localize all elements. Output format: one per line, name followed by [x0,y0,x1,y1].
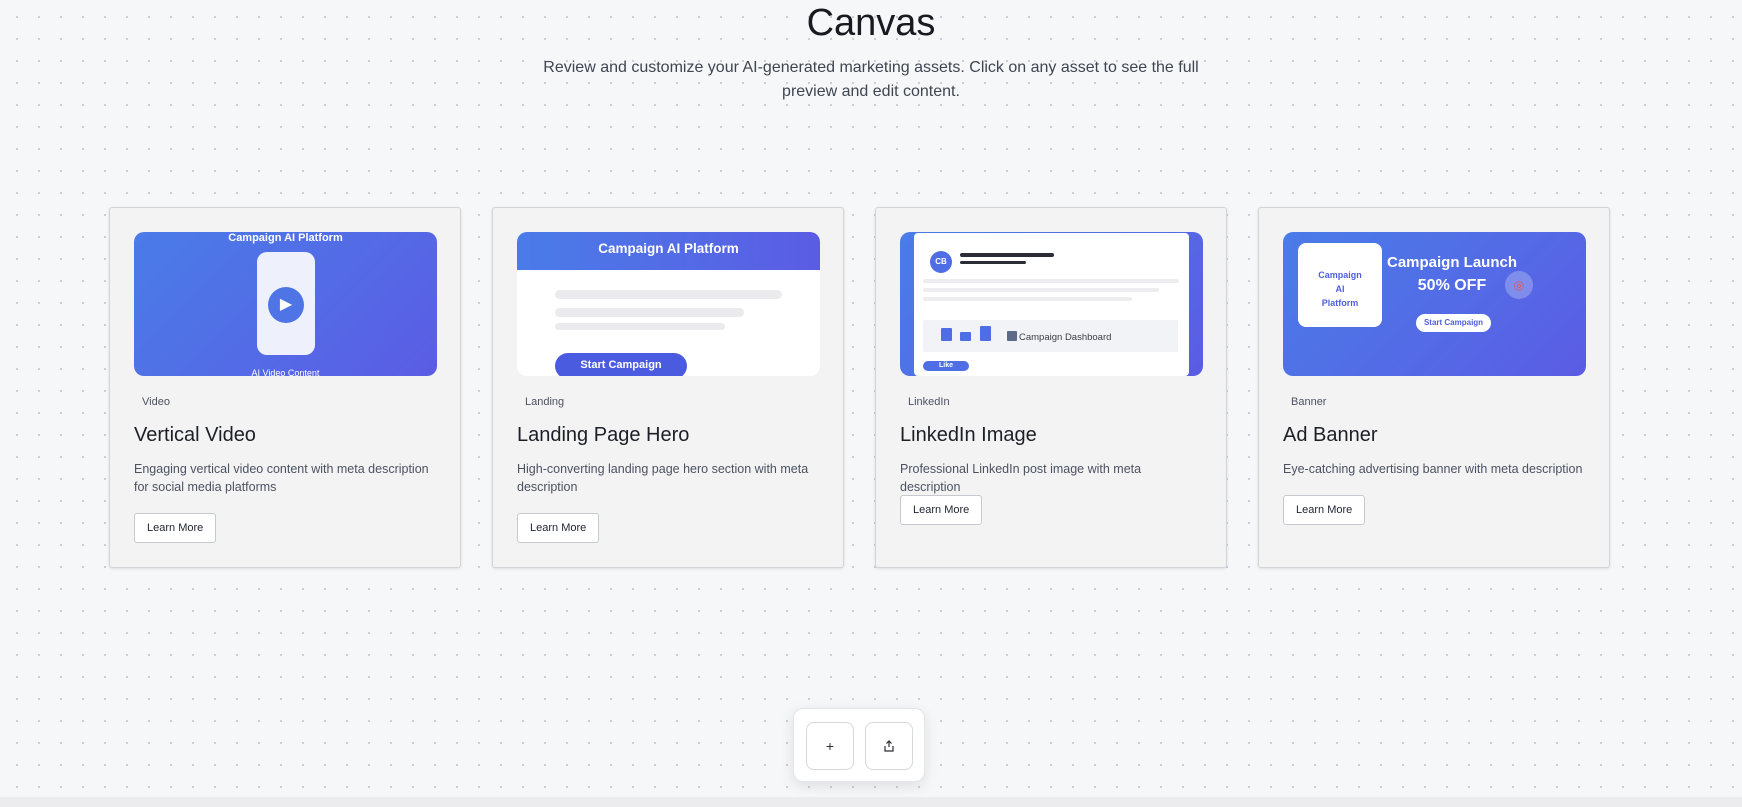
learn-more-button[interactable]: Learn More [900,495,983,525]
avatar: CB [930,251,952,273]
placeholder-line [555,308,744,317]
add-asset-button[interactable]: + [806,722,854,770]
card-title: Ad Banner [1283,424,1378,446]
post-meta-line [960,261,1026,264]
start-campaign-button[interactable]: Start Campaign [1416,314,1491,332]
linkedin-post: CB Campaign Dashboard [914,233,1189,376]
dashboard-label: Campaign Dashboard [1007,331,1111,343]
dashboard-panel: Campaign Dashboard [923,320,1178,352]
preview-heading: Campaign AI Platform [228,232,343,244]
learn-more-button[interactable]: Learn More [517,513,600,543]
chart-bar [960,332,971,341]
plus-icon: + [825,738,835,754]
banner-logo: Campaign AI Platform [1298,243,1382,327]
learn-more-button[interactable]: Learn More [1283,495,1366,525]
landing-preview[interactable]: Campaign AI Platform Start Campaign [517,232,820,376]
card-description: Professional LinkedIn post image with me… [900,462,1142,494]
post-text-line [923,279,1179,283]
card-title: Vertical Video [134,424,256,446]
asset-type-tag: Landing [525,396,565,408]
chart-bar [941,328,952,341]
asset-card-ad-banner[interactable]: Campaign AI Platform Campaign Launch 50%… [1258,207,1610,568]
post-text-line [923,297,1132,301]
card-description: Eye-catching advertising banner with met… [1283,462,1583,476]
share-icon [884,740,894,752]
asset-type-tag: Banner [1291,396,1327,408]
post-text-line [923,288,1159,292]
chart-bar [980,326,991,341]
banner-preview[interactable]: Campaign AI Platform Campaign Launch 50%… [1283,232,1586,376]
card-title: LinkedIn Image [900,424,1037,446]
learn-more-button[interactable]: Learn More [134,513,217,543]
phone-mockup: ▶ [257,252,315,355]
card-title: Landing Page Hero [517,424,690,446]
logo-line: AI [1335,284,1345,294]
asset-card-landing-page-hero[interactable]: Campaign AI Platform Start Campaign Land… [492,207,844,568]
bottom-edge [0,797,1742,807]
preview-footer: AI Video Content [251,368,320,376]
placeholder-line [555,290,782,299]
dashboard-text: Campaign Dashboard [1019,332,1112,343]
start-campaign-button[interactable]: Start Campaign [555,353,687,376]
placeholder-line [555,323,725,330]
asset-type-tag: LinkedIn [908,396,950,408]
like-button[interactable]: Like [923,361,969,371]
chart-icon [1007,331,1017,341]
page-subtitle: Review and customize your AI-generated m… [543,59,1199,100]
card-description: Engaging vertical video content with met… [134,462,429,494]
banner-heading: Campaign Launch [1387,254,1518,271]
asset-type-tag: Video [142,396,170,408]
play-icon[interactable]: ▶ [268,287,304,323]
logo-line: Campaign [1318,270,1362,280]
preview-heading: Campaign AI Platform [517,232,820,270]
asset-card-vertical-video[interactable]: Campaign AI Platform ▶ AI Video Content … [109,207,461,568]
banner-offer: 50% OFF [1417,277,1487,294]
linkedin-preview[interactable]: CB Campaign Dashboard Like [900,232,1203,376]
video-preview[interactable]: Campaign AI Platform ▶ AI Video Content [134,232,437,376]
logo-line: Platform [1321,298,1359,308]
asset-card-linkedin-image[interactable]: CB Campaign Dashboard Like LinkedIn Link… [875,207,1227,568]
card-description: High-converting landing page hero sectio… [517,462,809,494]
canvas-toolbar: + [793,708,925,782]
post-name-line [960,253,1054,257]
target-icon: ◎ [1505,271,1533,299]
page-title: Canvas [806,2,936,44]
share-button[interactable] [865,722,913,770]
